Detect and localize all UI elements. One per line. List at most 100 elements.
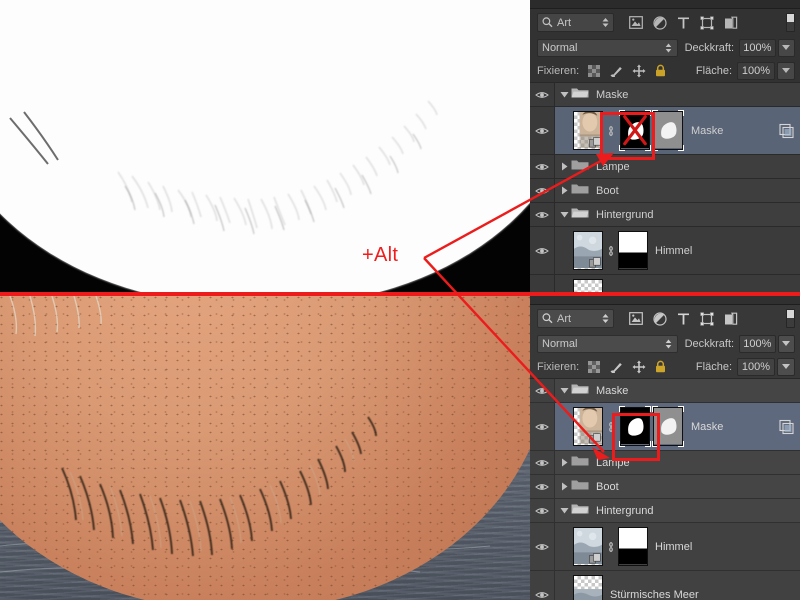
- link-layers-icon[interactable]: [605, 124, 616, 138]
- layer-row-body[interactable]: Stürmisches Meer: [555, 275, 800, 294]
- adjustment-layers-filter-icon[interactable]: [653, 311, 667, 326]
- blend-mode-row[interactable]: Normal Deckkraft: 100%: [530, 332, 800, 355]
- opacity-input[interactable]: 100%: [739, 38, 776, 57]
- updown-arrows-icon[interactable]: [664, 42, 673, 54]
- fill-dropdown-button[interactable]: [777, 357, 795, 376]
- layer-row-hintergrund[interactable]: Hintergrund: [530, 499, 800, 523]
- layer-mask-thumbnail[interactable]: [619, 110, 651, 151]
- smart-filter-icon[interactable]: [779, 123, 794, 138]
- layer-row-himmel[interactable]: Himmel: [530, 227, 800, 275]
- layer-thumbnail[interactable]: [573, 527, 603, 566]
- updown-arrows-icon[interactable]: [601, 312, 610, 325]
- visibility-eye-icon[interactable]: [535, 590, 549, 600]
- filter-enable-toggle[interactable]: [786, 309, 795, 328]
- layer-mask-thumbnail[interactable]: [619, 406, 651, 447]
- group-disclosure-toggle[interactable]: [559, 210, 570, 219]
- layer-thumbnail[interactable]: [573, 231, 603, 270]
- smart-object-filter-icon[interactable]: [724, 312, 738, 326]
- layer-visibility-toggle[interactable]: [530, 523, 555, 570]
- lock-position-icon[interactable]: [632, 360, 646, 374]
- visibility-eye-icon[interactable]: [535, 126, 549, 136]
- lock-all-icon[interactable]: [655, 64, 666, 77]
- document-preview-composite-view[interactable]: [0, 296, 530, 600]
- opacity-input[interactable]: 100%: [739, 334, 776, 353]
- layer-row-body[interactable]: Boot: [555, 475, 800, 498]
- filter-kind-select[interactable]: Art: [537, 309, 614, 328]
- smart-object-filter-icon[interactable]: [724, 16, 738, 30]
- blend-mode-row[interactable]: Normal Deckkraft: 100%: [530, 36, 800, 59]
- layer-filter-row[interactable]: Art: [530, 305, 800, 332]
- visibility-eye-icon[interactable]: [535, 482, 549, 492]
- layer-list[interactable]: Maske Maske Lampe Boot Hintergrund Himme…: [530, 378, 800, 600]
- layers-panel-before[interactable]: Art Normal Deckkraft: 100% Fixieren: Flä…: [530, 0, 800, 294]
- layer-row-body[interactable]: Maske: [555, 379, 800, 402]
- visibility-eye-icon[interactable]: [535, 210, 549, 220]
- layer-row-himmel[interactable]: Himmel: [530, 523, 800, 571]
- layer-visibility-toggle[interactable]: [530, 379, 555, 402]
- layer-visibility-toggle[interactable]: [530, 475, 555, 498]
- layer-row-boot[interactable]: Boot: [530, 475, 800, 499]
- layer-mask-thumbnail[interactable]: [618, 231, 648, 270]
- layer-thumbnail[interactable]: [573, 111, 603, 150]
- visibility-eye-icon[interactable]: [535, 458, 549, 468]
- visibility-eye-icon[interactable]: [535, 162, 549, 172]
- layer-row-lampe[interactable]: Lampe: [530, 451, 800, 475]
- layer-row-body[interactable]: Boot: [555, 179, 800, 202]
- filter-icon-group[interactable]: [629, 311, 738, 326]
- filter-kind-select[interactable]: Art: [537, 13, 614, 32]
- fill-input[interactable]: 100%: [737, 61, 775, 80]
- layer-row-maske[interactable]: Maske: [530, 107, 800, 155]
- chevron-down-icon[interactable]: [560, 506, 569, 515]
- link-layers-icon[interactable]: [606, 124, 616, 138]
- group-disclosure-toggle[interactable]: [559, 162, 570, 171]
- visibility-eye-icon[interactable]: [535, 506, 549, 516]
- layer-thumbnail[interactable]: [573, 575, 603, 600]
- fill-dropdown-button[interactable]: [777, 61, 795, 80]
- type-layers-filter-icon[interactable]: [677, 312, 690, 326]
- link-layers-icon[interactable]: [606, 244, 616, 258]
- link-layers-icon[interactable]: [606, 420, 616, 434]
- group-disclosure-toggle[interactable]: [559, 482, 570, 491]
- filter-enable-toggle[interactable]: [786, 13, 795, 32]
- layer-visibility-toggle[interactable]: [530, 155, 555, 178]
- layers-panel-after[interactable]: Art Normal Deckkraft: 100% Fixieren: Flä…: [530, 296, 800, 600]
- blend-mode-select[interactable]: Normal: [537, 38, 678, 57]
- pixel-layers-filter-icon[interactable]: [629, 16, 643, 29]
- layer-thumbnail[interactable]: [573, 279, 603, 294]
- updown-arrows-icon[interactable]: [664, 338, 673, 350]
- pixel-layers-filter-icon[interactable]: [629, 312, 643, 325]
- lock-position-icon[interactable]: [632, 64, 646, 78]
- layer-row-lampe[interactable]: Lampe: [530, 155, 800, 179]
- layer-visibility-toggle[interactable]: [530, 571, 555, 600]
- type-layers-filter-icon[interactable]: [677, 16, 690, 30]
- chevron-right-icon[interactable]: [560, 162, 569, 171]
- layer-visibility-toggle[interactable]: [530, 451, 555, 474]
- smart-filter-icon[interactable]: [779, 419, 794, 434]
- visibility-eye-icon[interactable]: [535, 246, 549, 256]
- layer-visibility-toggle[interactable]: [530, 275, 555, 294]
- lock-transparency-icon[interactable]: [588, 64, 601, 77]
- lock-row[interactable]: Fixieren: Fläche: 100%: [530, 59, 800, 82]
- layer-row-body[interactable]: Lampe: [555, 451, 800, 474]
- visibility-eye-icon[interactable]: [535, 422, 549, 432]
- layer-row-st-rmisches-meer[interactable]: Stürmisches Meer: [530, 571, 800, 600]
- fill-input[interactable]: 100%: [737, 357, 775, 376]
- layer-visibility-toggle[interactable]: [530, 179, 555, 202]
- shape-layers-filter-icon[interactable]: [700, 15, 714, 30]
- lock-icon-group[interactable]: [588, 360, 666, 374]
- lock-image-pixels-icon[interactable]: [609, 64, 623, 77]
- chevron-down-icon[interactable]: [560, 210, 569, 219]
- layer-visibility-toggle[interactable]: [530, 107, 555, 154]
- visibility-eye-icon[interactable]: [535, 542, 549, 552]
- visibility-eye-icon[interactable]: [535, 186, 549, 196]
- document-preview-mask-view[interactable]: [0, 0, 530, 294]
- opacity-dropdown-button[interactable]: [777, 38, 795, 57]
- shape-layers-filter-icon[interactable]: [700, 311, 714, 326]
- chevron-right-icon[interactable]: [560, 186, 569, 195]
- group-disclosure-toggle[interactable]: [559, 506, 570, 515]
- layer-thumbnail[interactable]: [573, 407, 603, 446]
- group-disclosure-toggle[interactable]: [559, 90, 570, 99]
- vector-mask-thumbnail[interactable]: [652, 406, 684, 447]
- layer-row-body[interactable]: Hintergrund: [555, 203, 800, 226]
- lock-transparency-icon[interactable]: [588, 360, 601, 373]
